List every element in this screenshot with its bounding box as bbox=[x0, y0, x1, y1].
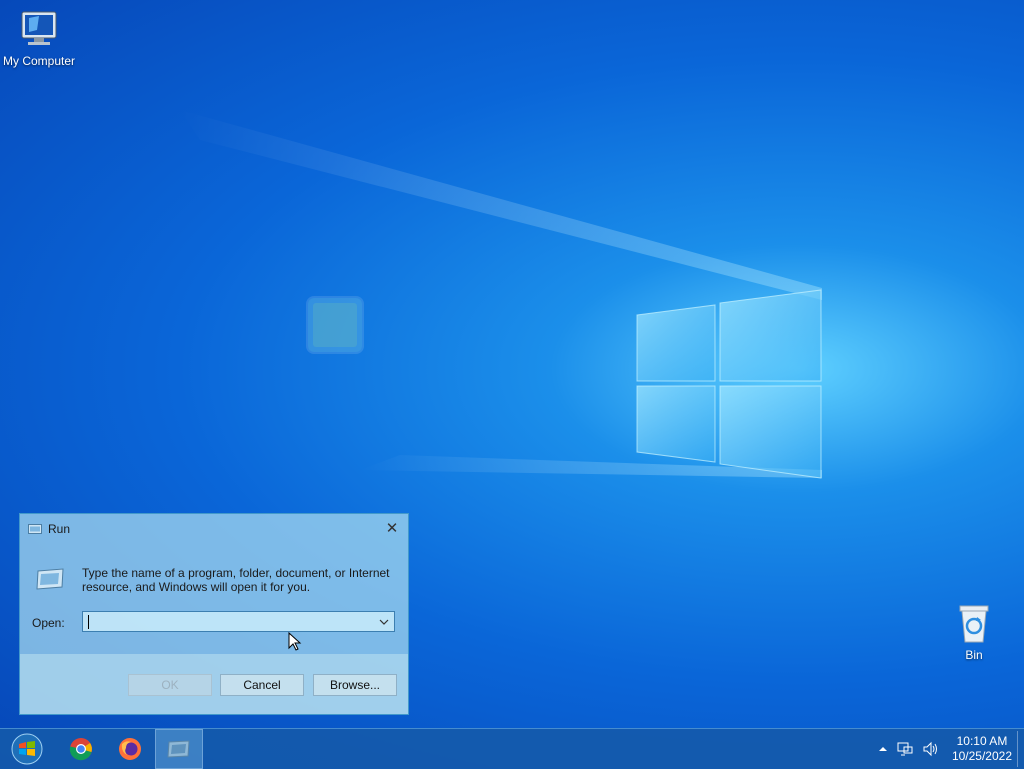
text-caret bbox=[88, 615, 89, 629]
firefox-icon bbox=[119, 738, 141, 760]
browse-button[interactable]: Browse... bbox=[313, 674, 397, 696]
chrome-icon bbox=[69, 738, 92, 761]
my-computer-icon bbox=[21, 11, 57, 45]
volume-icon[interactable] bbox=[922, 741, 940, 757]
taskbar-run-window[interactable] bbox=[155, 729, 203, 769]
show-desktop-button[interactable] bbox=[1017, 731, 1024, 767]
chevron-down-icon[interactable] bbox=[377, 614, 391, 629]
cancel-button[interactable]: Cancel bbox=[220, 674, 304, 696]
show-hidden-icons-icon[interactable] bbox=[878, 744, 888, 754]
dialog-button-bar: OK Cancel Browse... bbox=[20, 654, 408, 714]
desktop-icon-label: My Computer bbox=[2, 54, 76, 68]
ghost-tile-icon bbox=[308, 298, 362, 352]
taskbar: 10:10 AM 10/25/2022 bbox=[0, 728, 1024, 769]
desktop-icon-recycle-bin[interactable]: Bin bbox=[932, 602, 1016, 662]
start-button[interactable] bbox=[4, 729, 50, 769]
taskbar-firefox[interactable] bbox=[106, 729, 154, 769]
network-icon[interactable] bbox=[896, 741, 914, 757]
dialog-description: Type the name of a program, folder, docu… bbox=[82, 566, 390, 594]
recycle-bin-icon bbox=[959, 605, 989, 643]
open-label: Open: bbox=[32, 616, 65, 630]
mouse-cursor-icon bbox=[288, 632, 302, 651]
clock-time: 10:10 AM bbox=[956, 734, 1008, 748]
run-window-icon bbox=[167, 740, 190, 758]
dialog-title-bar[interactable]: Run ✕ bbox=[20, 514, 408, 544]
system-tray: 10:10 AM 10/25/2022 bbox=[874, 729, 1012, 769]
desktop-icon-my-computer[interactable]: My Computer bbox=[0, 8, 81, 68]
windows-start-orb-icon bbox=[11, 733, 43, 765]
taskbar-chrome[interactable] bbox=[57, 729, 105, 769]
close-icon[interactable]: ✕ bbox=[382, 519, 402, 539]
ok-button[interactable]: OK bbox=[128, 674, 212, 696]
run-program-icon bbox=[35, 567, 65, 594]
open-combobox[interactable] bbox=[82, 611, 395, 632]
dialog-title: Run bbox=[48, 522, 71, 536]
desktop-icon-label: Bin bbox=[965, 648, 983, 662]
taskbar-clock[interactable]: 10:10 AM 10/25/2022 bbox=[952, 734, 1012, 764]
clock-date: 10/25/2022 bbox=[951, 749, 1012, 763]
run-dialog: Run ✕ Type the name of a program, folder… bbox=[19, 513, 409, 715]
open-input[interactable] bbox=[83, 612, 368, 631]
run-icon bbox=[28, 524, 42, 534]
